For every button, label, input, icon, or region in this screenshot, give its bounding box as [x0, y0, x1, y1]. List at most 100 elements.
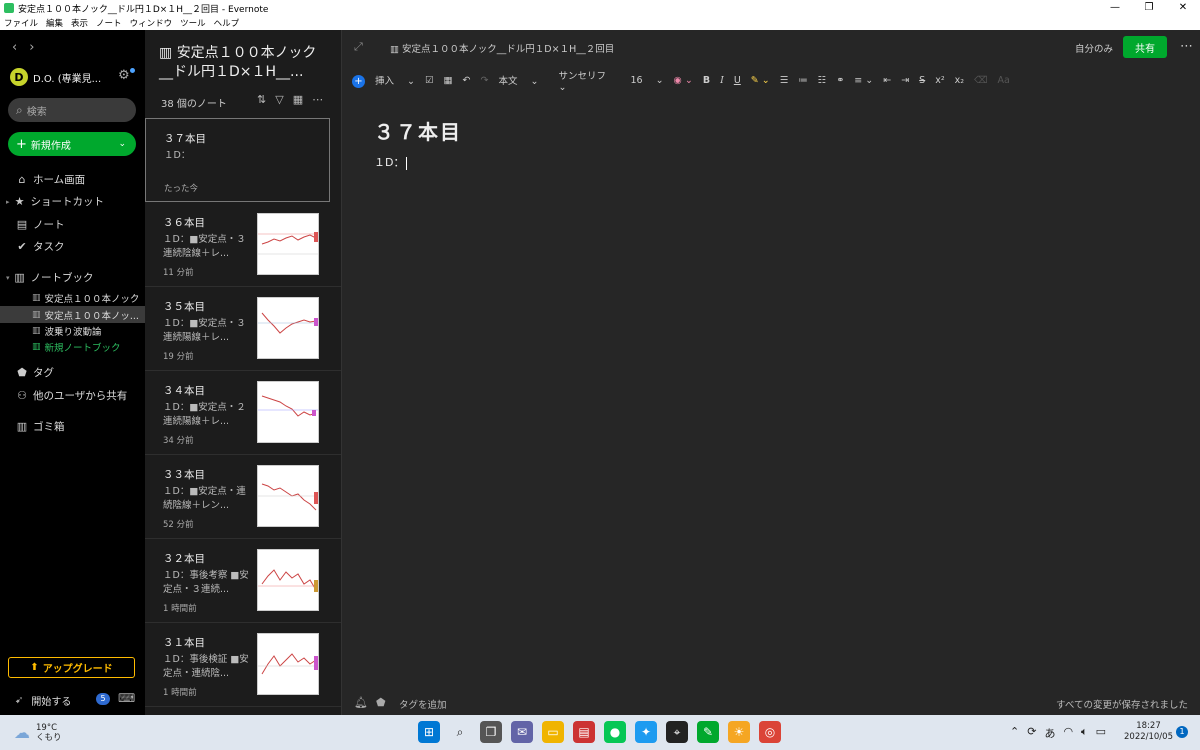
redo-icon[interactable]: ↷: [480, 75, 488, 86]
chrome-icon[interactable]: ◎: [759, 721, 781, 743]
menu-tools[interactable]: ツール: [180, 17, 206, 29]
menu-edit[interactable]: 編集: [46, 17, 63, 29]
view-options-icon[interactable]: ▦: [293, 93, 303, 106]
indent-icon[interactable]: ⇥: [901, 75, 909, 86]
sidebar-item-shared[interactable]: ⚇ 他のユーザから共有: [15, 388, 127, 403]
task-view-icon[interactable]: ❐: [480, 721, 502, 743]
menu-window[interactable]: ウィンドウ: [130, 17, 173, 29]
new-notebook-link[interactable]: ▥ 新規ノートブック: [0, 338, 145, 355]
menu-help[interactable]: ヘルプ: [214, 17, 240, 29]
strikethrough-icon[interactable]: S: [919, 75, 925, 86]
expand-icon[interactable]: ⤢: [354, 40, 363, 54]
sidebar-item-trash[interactable]: ▥ ゴミ箱: [15, 419, 65, 434]
menu-view[interactable]: 表示: [71, 17, 88, 29]
weather-widget[interactable]: ☁ 19°C くもり: [14, 723, 62, 743]
add-tag-input[interactable]: タグを追加: [399, 697, 447, 711]
note-body[interactable]: １D：: [374, 154, 408, 170]
share-button[interactable]: 共有: [1123, 36, 1167, 58]
color-picker-icon[interactable]: ◉ ⌄: [674, 75, 693, 86]
format-icon[interactable]: Aa: [998, 75, 1010, 86]
note-card[interactable]: ３４本目 １D：■安定点・２連続陽線＋レ... 34 分前: [145, 371, 341, 455]
clock[interactable]: 18:27 2022/10/05: [1124, 721, 1173, 743]
gear-icon[interactable]: ⚙: [118, 68, 130, 83]
forward-arrow-icon[interactable]: ›: [29, 40, 34, 55]
account-menu[interactable]: D D.O. (専業見...: [10, 68, 118, 86]
notebook-item[interactable]: ▥ 安定点１００本ノック: [0, 289, 145, 306]
checklist-icon[interactable]: ☷: [818, 75, 827, 86]
breadcrumb[interactable]: ▥ 安定点１００本ノック__ドル円１D×１H__２回目: [390, 41, 614, 55]
size-dropdown[interactable]: 16 ⌄: [630, 75, 663, 86]
highlight-icon[interactable]: ✎ ⌄: [751, 75, 770, 86]
note-card[interactable]: ３３本目 １D：■安定点・連続陰線＋レン... 52 分前: [145, 455, 341, 539]
checkbox-icon[interactable]: ☑: [425, 75, 434, 86]
bold-icon[interactable]: B: [703, 75, 710, 86]
search-input[interactable]: ⌕ 検索: [8, 98, 136, 122]
note-card[interactable]: ３６本目 １D：■安定点・３連続陰線＋レ... 11 分前: [145, 203, 341, 287]
subscript-icon[interactable]: x₂: [955, 75, 964, 86]
search-icon[interactable]: ⌕: [449, 721, 471, 743]
note-title[interactable]: ３７本目: [374, 116, 462, 145]
clear-format-icon[interactable]: ⌫: [974, 75, 987, 86]
superscript-icon[interactable]: x²: [935, 75, 944, 86]
note-card[interactable]: ３１本目 １D：事後検証 ■安定点・連続陰... 1 時間前: [145, 623, 341, 707]
reminder-icon[interactable]: 🔔︎: [354, 696, 368, 709]
font-dropdown[interactable]: サンセリフ ⌄: [558, 68, 620, 93]
app-icon[interactable]: ▤: [573, 721, 595, 743]
menu-file[interactable]: ファイル: [4, 17, 38, 29]
minimize-button[interactable]: —: [1098, 0, 1132, 16]
numbered-list-icon[interactable]: ≔: [798, 75, 808, 86]
notification-badge[interactable]: 1: [1176, 726, 1188, 738]
filter-icon[interactable]: ▽: [275, 93, 283, 106]
caret-right-icon[interactable]: ▸: [6, 198, 10, 206]
sun-app-icon[interactable]: ☀: [728, 721, 750, 743]
maps-icon[interactable]: ⌖: [666, 721, 688, 743]
chevron-down-icon[interactable]: ⌄: [118, 139, 126, 149]
note-card-selected[interactable]: ３７本目 １D： たった今: [145, 118, 330, 202]
new-note-button[interactable]: + 新規作成 ⌄: [8, 132, 136, 156]
close-button[interactable]: ✕: [1166, 0, 1200, 16]
ime-indicator[interactable]: あ: [1044, 725, 1055, 741]
sync-icon[interactable]: ⟳: [1027, 725, 1036, 741]
style-dropdown[interactable]: 本文 ⌄: [498, 73, 548, 87]
sidebar-item-tags[interactable]: ⬟ タグ: [15, 365, 54, 380]
visibility-label[interactable]: 自分のみ: [1075, 41, 1113, 55]
sort-icon[interactable]: ⇅: [257, 93, 266, 106]
note-card[interactable]: ３２本目 １D：事後考察 ■安定点・３連続... 1 時間前: [145, 539, 341, 623]
get-started-link[interactable]: ➹ 開始する: [15, 693, 71, 708]
keyboard-icon[interactable]: ⌨: [118, 691, 135, 705]
more-options-icon[interactable]: ⋯: [1180, 39, 1193, 54]
notebook-item-selected[interactable]: ▥ 安定点１００本ノッ...: [0, 306, 145, 323]
line-icon[interactable]: ●: [604, 721, 626, 743]
sidebar-item-shortcuts[interactable]: ▸ ★ ショートカット: [6, 194, 104, 209]
notebook-item[interactable]: ▥ 波乗り波動論: [0, 322, 145, 339]
undo-icon[interactable]: ↶: [463, 75, 471, 86]
twitter-icon[interactable]: ✦: [635, 721, 657, 743]
calendar-icon[interactable]: ▦: [444, 75, 453, 86]
link-icon[interactable]: ⚭: [836, 75, 844, 86]
evernote-icon[interactable]: ✎: [697, 721, 719, 743]
sidebar-item-notes[interactable]: ▤ ノート: [15, 217, 65, 232]
maximize-button[interactable]: ❐: [1132, 0, 1166, 16]
start-icon[interactable]: ⊞: [418, 721, 440, 743]
teams-chat-icon[interactable]: ✉: [511, 721, 533, 743]
chevron-up-icon[interactable]: ⌃: [1010, 725, 1019, 741]
back-arrow-icon[interactable]: ‹: [12, 40, 17, 55]
insert-button[interactable]: + 挿入 ⌄: [352, 73, 415, 88]
note-card[interactable]: ３５本目 １D：■安定点・３連続陽線＋レ... 19 分前: [145, 287, 341, 371]
file-explorer-icon[interactable]: ▭: [542, 721, 564, 743]
italic-icon[interactable]: I: [720, 75, 724, 86]
more-options-icon[interactable]: ⋯: [312, 93, 323, 106]
tag-add-icon[interactable]: ⬟: [376, 696, 386, 709]
volume-icon[interactable]: 🔈︎: [1081, 725, 1088, 741]
wifi-icon[interactable]: ◠: [1063, 725, 1073, 741]
sidebar-item-home[interactable]: ⌂ ホーム画面: [15, 172, 86, 187]
underline-icon[interactable]: U: [734, 75, 741, 86]
battery-icon[interactable]: ▭: [1096, 725, 1106, 741]
bullet-list-icon[interactable]: ☰: [780, 75, 789, 86]
outdent-icon[interactable]: ⇤: [883, 75, 891, 86]
menu-note[interactable]: ノート: [96, 17, 122, 29]
sidebar-item-notebooks[interactable]: ▾ ▥ ノートブック: [6, 270, 94, 285]
upgrade-button[interactable]: ⬆ アップグレード: [8, 657, 135, 678]
caret-down-icon[interactable]: ▾: [6, 274, 10, 282]
sidebar-item-tasks[interactable]: ✔ タスク: [15, 239, 64, 254]
